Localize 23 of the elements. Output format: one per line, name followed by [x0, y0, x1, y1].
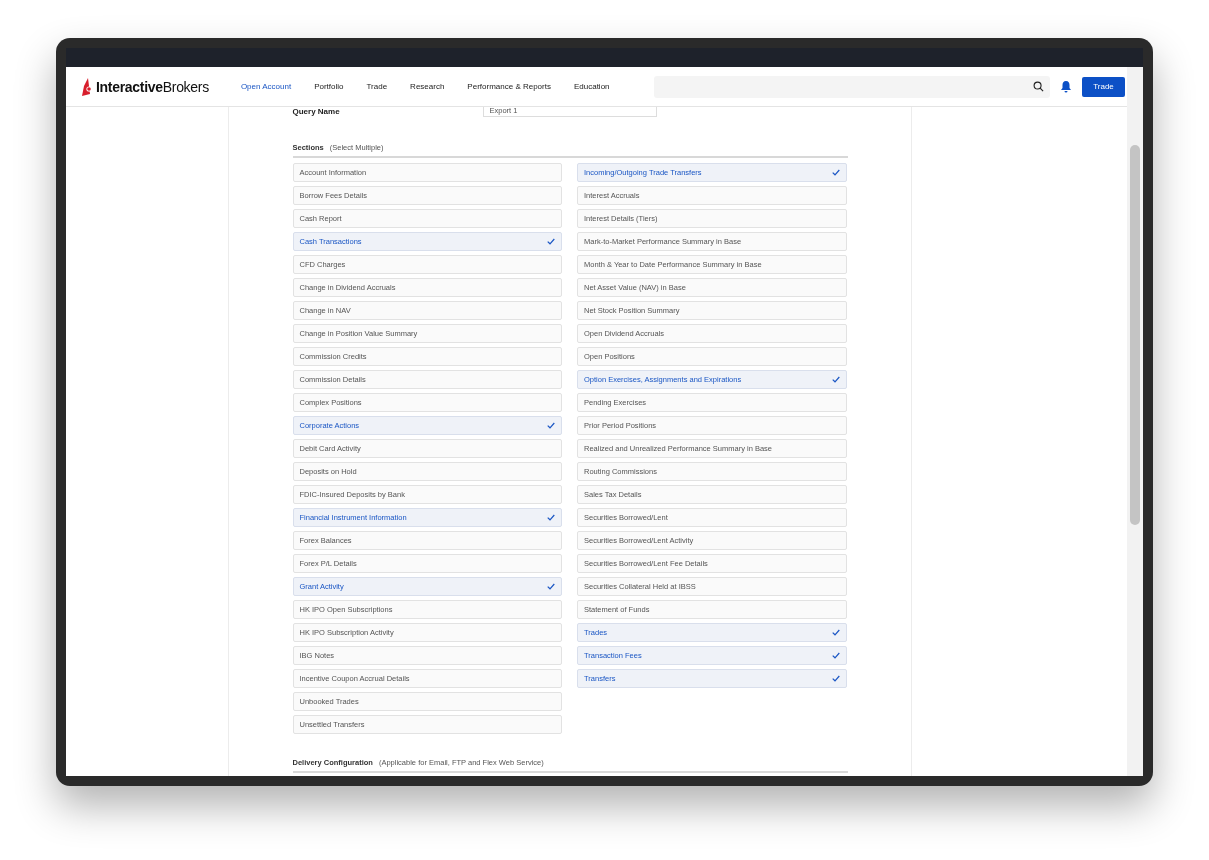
search-field[interactable]	[654, 75, 1050, 98]
search-icon	[1033, 81, 1044, 92]
check-icon	[831, 376, 840, 383]
scrollbar[interactable]	[1127, 67, 1143, 776]
nav-link[interactable]: Portfolio	[314, 82, 344, 91]
check-icon	[547, 514, 555, 521]
check-icon	[831, 675, 840, 682]
nav-link[interactable]: Trade	[366, 82, 388, 91]
trade-button[interactable]: Trade	[1082, 76, 1125, 97]
logo-icon	[82, 77, 94, 96]
check-icon	[547, 422, 555, 429]
brand-name: InteractiveBrokers	[96, 78, 209, 95]
check-icon	[547, 238, 555, 245]
field-label: Query Name	[292, 107, 341, 116]
nav-link[interactable]: Open Account	[240, 82, 292, 91]
check-icon	[831, 629, 840, 636]
nav-link[interactable]: Research	[410, 82, 445, 91]
check-icon	[547, 583, 555, 590]
nav-link[interactable]: Education	[573, 82, 610, 91]
bell-icon[interactable]	[1060, 80, 1072, 93]
check-icon	[831, 652, 840, 659]
nav-link[interactable]: Performance & Reports	[467, 82, 551, 91]
check-icon	[831, 169, 840, 176]
